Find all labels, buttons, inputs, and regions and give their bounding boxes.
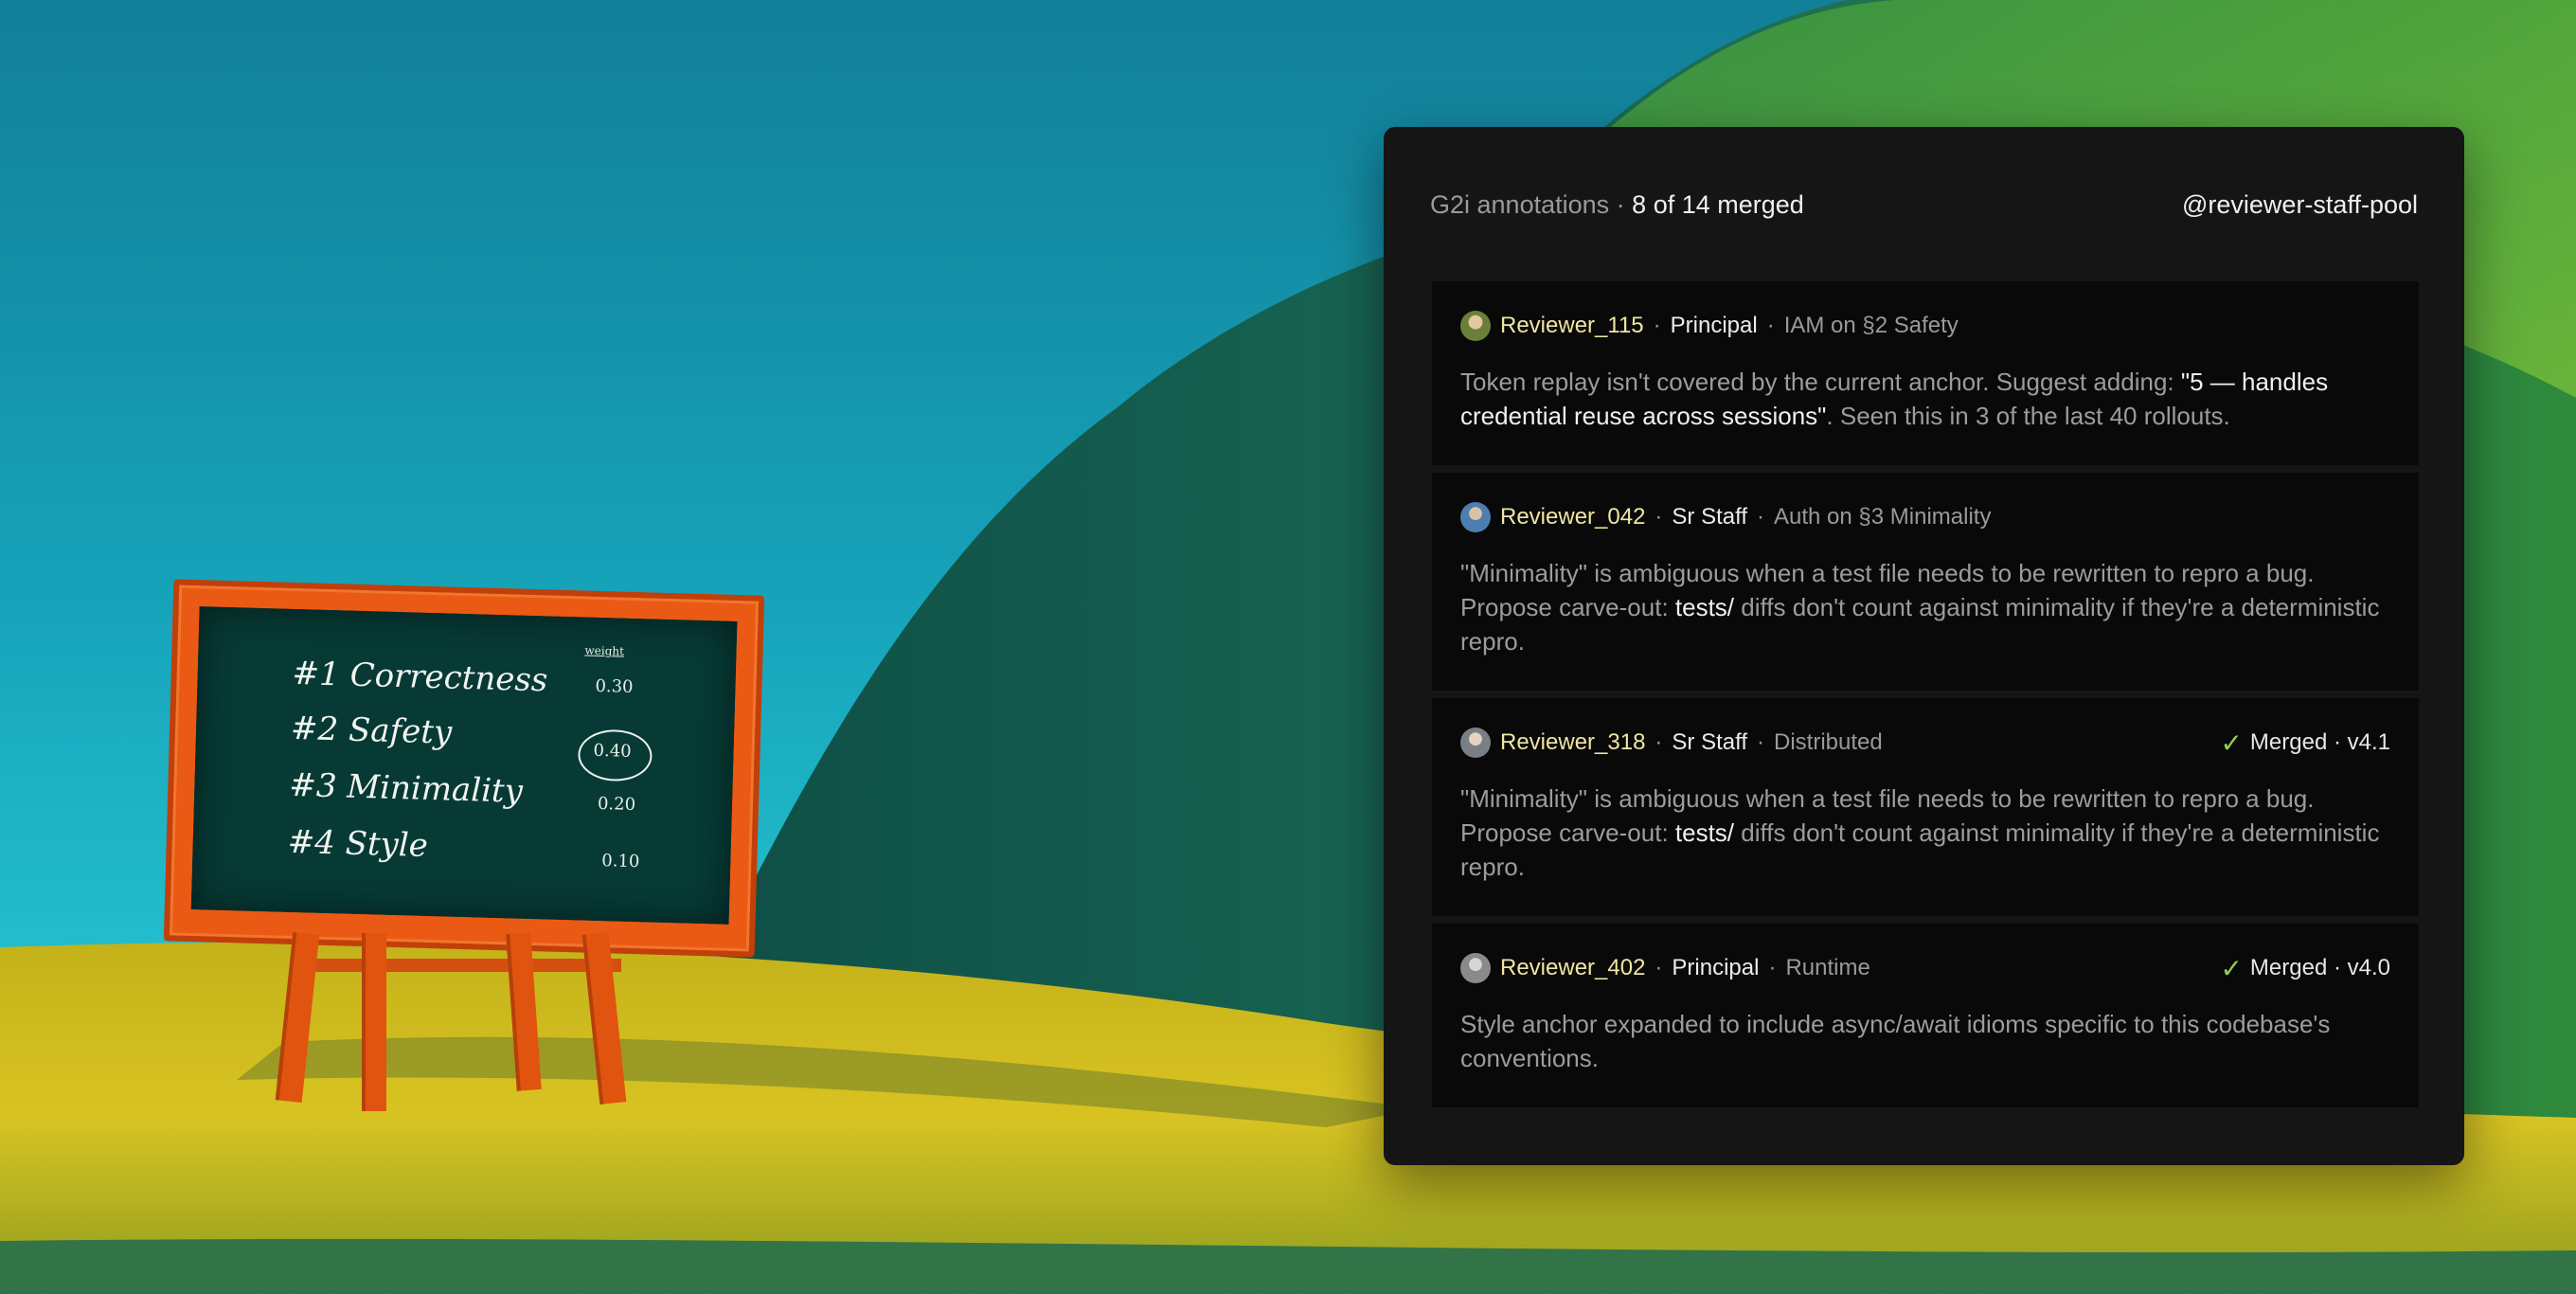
- check-icon: ✓: [2220, 728, 2243, 758]
- meta-separator: ·: [1653, 313, 1661, 338]
- annotations-panel: G2i annotations · 8 of 14 merged @review…: [1384, 127, 2464, 1165]
- chalk-row-weight: 0.30: [595, 675, 634, 697]
- reviewer-role: Sr Staff: [1672, 504, 1748, 530]
- merged-status: ✓ Merged · v4.1: [2220, 728, 2390, 759]
- merge-count: 8 of 14 merged: [1632, 189, 1804, 219]
- reviewer-avatar: [1460, 728, 1491, 758]
- reviewer-name[interactable]: Reviewer_402: [1500, 955, 1645, 981]
- reviewer-role: Sr Staff: [1672, 729, 1748, 755]
- meta-separator: ·: [1655, 955, 1663, 980]
- annotation-body: "Minimality" is ambiguous when a test fi…: [1460, 559, 2380, 656]
- chalkboard-surface: weight #1 Correctness 0.30 #2 Safety 0.4…: [190, 606, 738, 925]
- chalkboard: weight #1 Correctness 0.30 #2 Safety 0.4…: [163, 579, 765, 958]
- reviewer-avatar: [1460, 953, 1491, 983]
- reviewer-avatar: [1460, 502, 1491, 532]
- merged-status: ✓ Merged · v4.0: [2220, 953, 2390, 984]
- merged-label: Merged · v4.1: [2249, 729, 2390, 755]
- meta-separator: ·: [1768, 955, 1777, 980]
- chalk-weight-header: weight: [584, 643, 625, 658]
- reviewer-scope: Distributed: [1774, 729, 1883, 755]
- chalk-row-label: #3 Minimality: [288, 765, 524, 811]
- panel-header: G2i annotations · 8 of 14 merged @review…: [1430, 186, 2418, 224]
- reviewer-info: Reviewer_318 · Sr Staff · Distributed: [1460, 728, 1883, 758]
- meta-separator: ·: [1757, 729, 1765, 755]
- chalk-row-weight: 0.10: [601, 851, 640, 872]
- panel-title: G2i annotations · 8 of 14 merged: [1430, 190, 1804, 220]
- reviewer-info: Reviewer_402 · Principal · Runtime: [1460, 953, 1870, 983]
- check-icon: ✓: [2220, 953, 2243, 983]
- chalk-row-label: #1 Correctness: [292, 654, 548, 700]
- annotation-card[interactable]: Reviewer_402 · Principal · Runtime ✓ Mer…: [1432, 924, 2419, 1107]
- easel-leg: [362, 933, 386, 1111]
- reviewer-info: Reviewer_115 · Principal · IAM on §2 Saf…: [1460, 311, 1959, 341]
- annotation-body: "Minimality" is ambiguous when a test fi…: [1460, 784, 2380, 881]
- meta-separator: ·: [1757, 504, 1765, 530]
- merged-label: Merged · v4.0: [2249, 955, 2390, 980]
- title-separator: ·: [1616, 189, 1625, 219]
- reviewer-name[interactable]: Reviewer_115: [1500, 313, 1644, 339]
- annotation-card[interactable]: Reviewer_318 · Sr Staff · Distributed ✓ …: [1432, 698, 2419, 916]
- reviewer-role: Principal: [1672, 955, 1760, 980]
- reviewer-scope: IAM on §2 Safety: [1783, 313, 1959, 338]
- annotation-body: Token replay isn't covered by the curren…: [1460, 368, 2329, 430]
- chalk-row-weight: 0.20: [597, 793, 636, 816]
- reviewer-scope: Auth on §3 Minimality: [1774, 504, 1992, 530]
- reviewer-pool-link[interactable]: @reviewer-staff-pool: [2182, 190, 2418, 220]
- meta-separator: ·: [1655, 504, 1663, 530]
- chalk-row-weight: 0.40: [593, 740, 632, 762]
- reviewer-avatar: [1460, 311, 1491, 341]
- panel-title-prefix: G2i annotations: [1430, 189, 1610, 219]
- reviewer-info: Reviewer_042 · Sr Staff · Auth on §3 Min…: [1460, 502, 1991, 532]
- annotation-card[interactable]: Reviewer_115 · Principal · IAM on §2 Saf…: [1432, 281, 2419, 465]
- reviewer-role: Principal: [1670, 313, 1758, 338]
- meta-separator: ·: [1655, 729, 1663, 755]
- chalk-row-label: #4 Style: [287, 822, 429, 865]
- annotation-list: Reviewer_115 · Principal · IAM on §2 Saf…: [1432, 281, 2419, 1115]
- annotation-body: Style anchor expanded to include async/a…: [1460, 1010, 2331, 1072]
- chalk-row-label: #2 Safety: [290, 709, 453, 752]
- reviewer-name[interactable]: Reviewer_318: [1500, 729, 1645, 756]
- annotation-card[interactable]: Reviewer_042 · Sr Staff · Auth on §3 Min…: [1432, 473, 2419, 691]
- reviewer-scope: Runtime: [1785, 955, 1870, 980]
- meta-separator: ·: [1766, 313, 1775, 338]
- reviewer-name[interactable]: Reviewer_042: [1500, 504, 1645, 530]
- easel-crossbar: [301, 959, 621, 972]
